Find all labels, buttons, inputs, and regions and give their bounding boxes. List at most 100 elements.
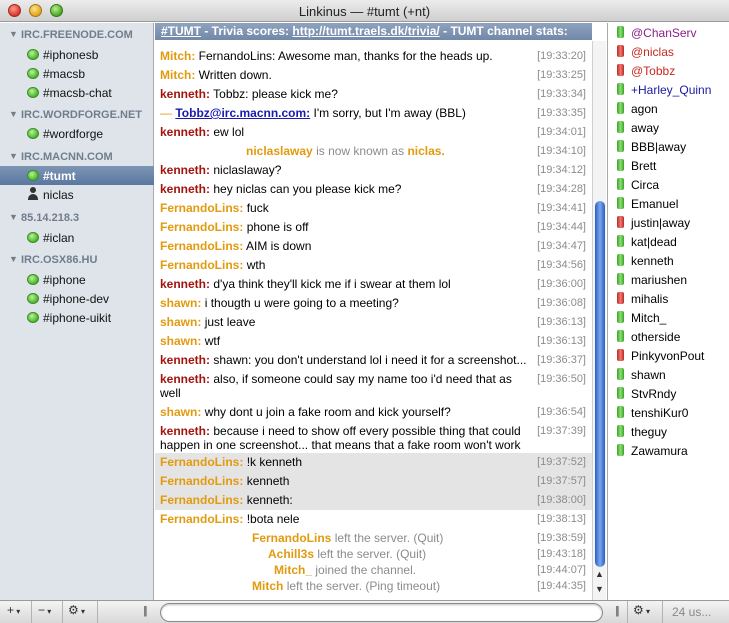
sidebar-item-channel[interactable]: #iclan — [0, 228, 154, 247]
chat-scrollbar[interactable]: ▲ ▼ — [592, 41, 606, 600]
resize-handle-icon[interactable]: ||| — [143, 605, 147, 617]
user-status-icon — [617, 425, 624, 437]
chat-message-highlighted: FernandoLins: kenneth [19:37:57] — [155, 472, 592, 491]
user-away-icon — [617, 216, 624, 228]
window-title: Linkinus — #tumt (+nt) — [298, 4, 431, 19]
channel-status-icon — [27, 49, 39, 60]
user-status-icon — [617, 387, 624, 399]
server-sidebar: ▼ IRC.FREENODE.COM #iphonesb #macsb #mac… — [0, 23, 154, 600]
disclosure-triangle-icon[interactable]: ▼ — [9, 212, 18, 222]
user-status-icon — [617, 406, 624, 418]
user-away-icon — [617, 292, 624, 304]
user-list-item[interactable]: @niclas — [608, 42, 729, 61]
divider — [31, 601, 32, 623]
user-list-item[interactable]: Circa — [608, 175, 729, 194]
user-list-item[interactable]: shawn — [608, 365, 729, 384]
user-list-item[interactable]: Mitch_ — [608, 308, 729, 327]
title-bar: Linkinus — #tumt (+nt) — [0, 0, 729, 22]
channel-status-icon — [27, 274, 39, 285]
user-count: 24 us... — [672, 605, 712, 619]
sidebar-item-channel[interactable]: #iphone-uikit — [0, 308, 154, 327]
remove-button[interactable]: − ▾ — [38, 603, 51, 621]
sidebar-item-channel[interactable]: #macsb-chat — [0, 83, 154, 102]
divider — [62, 601, 63, 623]
disclosure-triangle-icon[interactable]: ▼ — [9, 254, 18, 264]
user-status-icon — [617, 330, 624, 342]
user-list-item[interactable]: Emanuel — [608, 194, 729, 213]
disclosure-triangle-icon[interactable]: ▼ — [9, 109, 18, 119]
user-status-icon — [617, 368, 624, 380]
user-status-icon — [617, 140, 624, 152]
server-header[interactable]: ▼ IRC.OSX86.HU — [0, 252, 154, 270]
user-list-item[interactable]: justin|away — [608, 213, 729, 232]
user-list-item[interactable]: away — [608, 118, 729, 137]
user-away-icon — [617, 45, 624, 57]
add-button[interactable]: + ▾ — [7, 603, 20, 621]
bottom-toolbar: + ▾ − ▾ ⚙ ▾ ||| ||| ⚙ ▾ 24 us... — [0, 600, 729, 623]
sidebar-item-private-message[interactable]: niclas — [0, 185, 154, 204]
resize-handle-icon[interactable]: ||| — [615, 605, 619, 617]
scrollbar-thumb[interactable] — [595, 201, 605, 567]
divider — [627, 601, 628, 623]
user-list-item[interactable]: mihalis — [608, 289, 729, 308]
user-status-icon — [617, 121, 624, 133]
user-status-icon — [617, 83, 624, 95]
server-header[interactable]: ▼ 85.14.218.3 — [0, 210, 154, 228]
sidebar-item-channel[interactable]: #iphonesb — [0, 45, 154, 64]
user-list-item[interactable]: Zawamura — [608, 441, 729, 460]
user-list-item[interactable]: StvRndy — [608, 384, 729, 403]
user-list-item[interactable]: mariushen — [608, 270, 729, 289]
chat-log[interactable]: #TUMT - Trivia scores: http://tumt.trael… — [155, 23, 592, 600]
server-header[interactable]: ▼ IRC.WORDFORGE.NET — [0, 107, 154, 125]
user-away-icon — [617, 349, 624, 361]
message-input[interactable] — [160, 603, 603, 622]
channel-status-icon — [27, 68, 39, 79]
user-status-icon — [617, 26, 624, 38]
server-header[interactable]: ▼ IRC.MACNN.COM — [0, 149, 154, 167]
channel-status-icon — [27, 170, 39, 181]
channel-status-icon — [27, 312, 39, 323]
channel-status-icon — [27, 232, 39, 243]
server-header[interactable]: ▼ IRC.FREENODE.COM — [0, 27, 154, 45]
divider — [662, 601, 663, 623]
sidebar-item-channel[interactable]: #iphone-dev — [0, 289, 154, 308]
user-status-icon — [617, 178, 624, 190]
user-list-item[interactable]: tenshiKur0 — [608, 403, 729, 422]
user-list-item[interactable]: theguy — [608, 422, 729, 441]
sidebar-item-channel[interactable]: #wordforge — [0, 124, 154, 143]
channel-status-icon — [27, 87, 39, 98]
user-list-item[interactable]: agon — [608, 99, 729, 118]
user-list-item[interactable]: BBB|away — [608, 137, 729, 156]
channel-status-icon — [27, 128, 39, 139]
chat-message-highlighted: FernandoLins: kenneth: [19:38:00] — [155, 491, 592, 510]
sidebar-item-channel[interactable]: #macsb — [0, 64, 154, 83]
user-list-item[interactable]: @Tobbz — [608, 61, 729, 80]
user-list-item[interactable]: otherside — [608, 327, 729, 346]
scroll-down-arrow-icon[interactable]: ▼ — [595, 584, 604, 594]
gear-icon: ⚙ — [633, 603, 644, 617]
user-list-item[interactable]: Brett — [608, 156, 729, 175]
chat-message-highlighted: FernandoLins: !k kenneth [19:37:52] — [155, 453, 592, 472]
channel-status-icon — [27, 293, 39, 304]
sidebar-item-channel-selected[interactable]: #tumt — [0, 166, 154, 185]
user-list-item[interactable]: +Harley_Quinn — [608, 80, 729, 99]
topic-link[interactable]: http://tumt.traels.dk/trivia/ — [292, 24, 439, 38]
user-list-item[interactable]: @ChanServ — [608, 23, 729, 42]
scroll-up-arrow-icon[interactable]: ▲ — [595, 569, 604, 579]
disclosure-triangle-icon[interactable]: ▼ — [9, 151, 18, 161]
user-status-icon — [617, 444, 624, 456]
user-list-item[interactable]: kenneth — [608, 251, 729, 270]
disclosure-triangle-icon[interactable]: ▼ — [9, 29, 18, 39]
user-status-icon — [617, 235, 624, 247]
user-away-icon — [617, 64, 624, 76]
user-list-item[interactable]: kat|dead — [608, 232, 729, 251]
sidebar-item-channel[interactable]: #iphone — [0, 270, 154, 289]
user-settings-button[interactable]: ⚙ ▾ — [633, 603, 650, 621]
user-list: @ChanServ @niclas @Tobbz +Harley_Quinn a… — [607, 23, 729, 600]
gear-icon: ⚙ — [68, 603, 79, 617]
user-list-item[interactable]: PinkyvonPout — [608, 346, 729, 365]
user-status-icon — [617, 159, 624, 171]
settings-button[interactable]: ⚙ ▾ — [68, 603, 85, 621]
user-status-icon — [617, 254, 624, 266]
user-status-icon — [617, 102, 624, 114]
